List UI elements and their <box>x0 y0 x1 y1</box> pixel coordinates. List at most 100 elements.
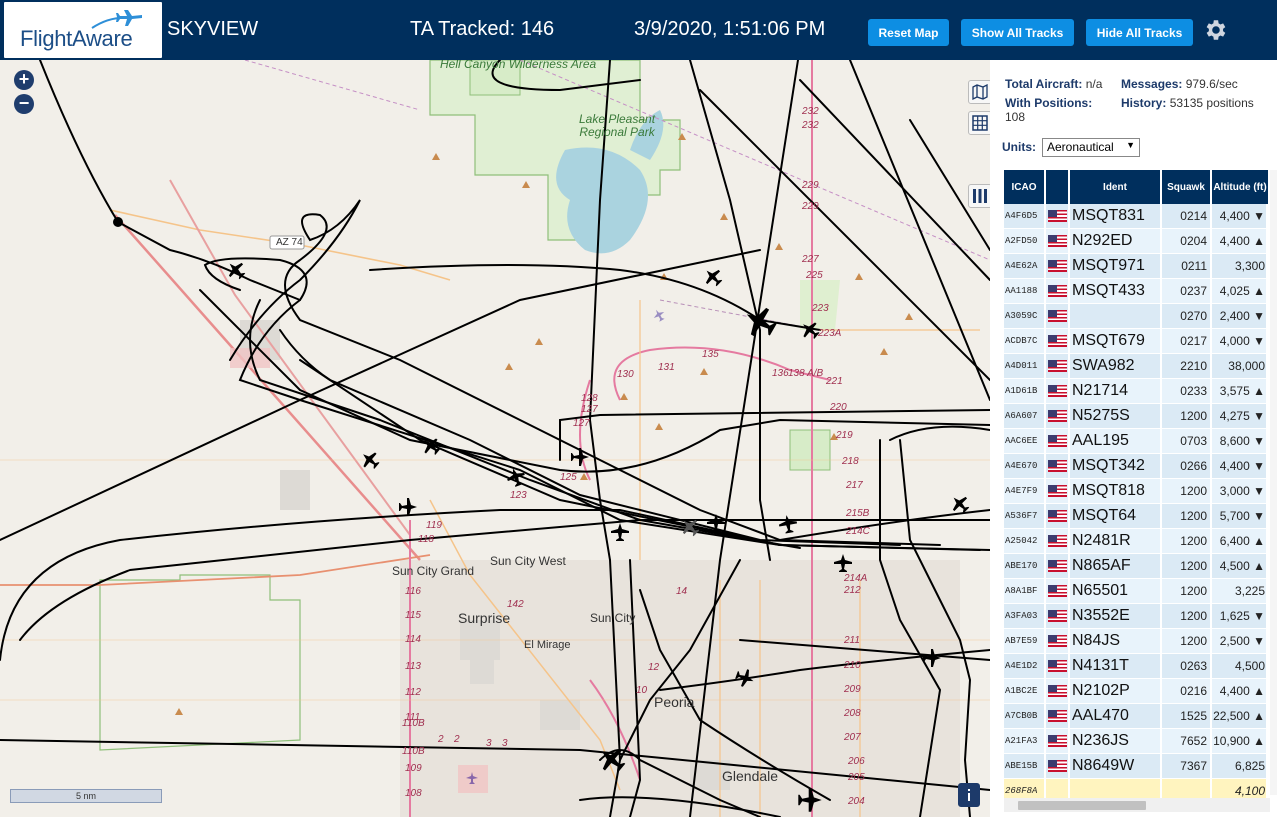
table-row[interactable]: A536F7 MSQT64 1200 5,700 ▼ <box>1004 504 1268 529</box>
column-header-ident[interactable]: Ident <box>1070 170 1162 204</box>
zoom-out-button[interactable]: − <box>14 94 34 114</box>
cell-altitude: 1,625 ▼ <box>1212 604 1268 628</box>
map-label-peoria: Peoria <box>654 694 695 710</box>
table-row[interactable]: AB7E59 N84JS 1200 2,500 ▼ <box>1004 629 1268 654</box>
table-row[interactable]: A2FD50 N292ED 0204 4,400 ▲ <box>1004 229 1268 254</box>
table-row[interactable]: A1BC2E N2102P 0216 4,400 ▲ <box>1004 679 1268 704</box>
cell-squawk: 0270 <box>1162 304 1212 328</box>
map-layers-button[interactable] <box>968 80 990 104</box>
cell-flag <box>1046 379 1070 403</box>
zoom-in-button[interactable]: + <box>14 70 34 90</box>
table-row[interactable]: A4F6D5 MSQT831 0214 4,400 ▼ <box>1004 204 1268 229</box>
route-number: 10 <box>636 685 648 696</box>
column-header-squawk[interactable]: Squawk <box>1162 170 1212 204</box>
table-row[interactable]: AAC6EE AAL195 0703 8,600 ▼ <box>1004 429 1268 454</box>
route-number: 227 <box>802 254 819 265</box>
table-row[interactable]: A3059C 0270 2,400 ▼ <box>1004 304 1268 329</box>
map-label-sun-city-west: Sun City West <box>490 554 566 568</box>
flightaware-logo[interactable]: FlightAware <box>4 2 162 58</box>
route-number: 215B <box>846 508 870 519</box>
column-header-icao[interactable]: ICAO <box>1004 170 1046 204</box>
cell-flag <box>1046 754 1070 778</box>
cell-squawk: 0214 <box>1162 204 1212 228</box>
us-flag-icon <box>1047 385 1067 397</box>
map-canvas[interactable]: Hell Canyon Wilderness Area Lake Pleasan… <box>0 60 990 817</box>
map-label-sun-city-grand: Sun City Grand <box>392 564 475 578</box>
reset-map-button[interactable]: Reset Map <box>868 19 949 46</box>
table-row[interactable]: ABE170 N865AF 1200 4,500 ▲ <box>1004 554 1268 579</box>
us-flag-icon <box>1047 460 1067 472</box>
route-number: 125 <box>560 472 577 483</box>
route-number: 232 <box>802 106 819 117</box>
table-row[interactable]: ABE15B N8649W 7367 6,825 <box>1004 754 1268 779</box>
table-row[interactable]: ACDB7C MSQT679 0217 4,000 ▼ <box>1004 329 1268 354</box>
route-number: 2 <box>438 734 444 745</box>
map-icon <box>972 84 988 100</box>
table-row[interactable]: A4D011 SWA982 2210 38,000 <box>1004 354 1268 379</box>
cell-altitude: 4,400 ▼ <box>1212 204 1268 228</box>
map-label-wilderness: Hell Canyon Wilderness Area <box>440 60 597 71</box>
units-select[interactable]: Aeronautical ▼ <box>1042 138 1140 157</box>
table-row[interactable]: A4E670 MSQT342 0266 4,400 ▼ <box>1004 454 1268 479</box>
table-row[interactable]: A21FA3 N236JS 7652 10,900 ▲ <box>1004 729 1268 754</box>
cell-squawk: 2210 <box>1162 354 1212 378</box>
cell-altitude: 4,500 ▲ <box>1212 554 1268 578</box>
table-row[interactable]: A4E7F9 MSQT818 1200 3,000 ▼ <box>1004 479 1268 504</box>
app-name: SKYVIEW <box>167 18 259 40</box>
table-row[interactable]: A7CB0B AAL470 1525 22,500 ▲ <box>1004 704 1268 729</box>
cell-icao: A7CB0B <box>1004 704 1046 728</box>
table-row[interactable]: A1D61B N21714 0233 3,575 ▲ <box>1004 379 1268 404</box>
cell-squawk: 1200 <box>1162 579 1212 603</box>
table-row[interactable]: A8A1BF N65501 1200 3,225 <box>1004 579 1268 604</box>
cell-altitude: 4,275 ▼ <box>1212 404 1268 428</box>
table-row[interactable]: A4E62A MSQT971 0211 3,300 <box>1004 254 1268 279</box>
cell-icao: A1BC2E <box>1004 679 1046 703</box>
table-row[interactable]: A3FA03 N3552E 1200 1,625 ▼ <box>1004 604 1268 629</box>
cell-ident: N292ED <box>1070 229 1162 253</box>
cell-icao: ACDB7C <box>1004 329 1046 353</box>
cell-icao: A2FD50 <box>1004 229 1046 253</box>
with-positions-label: With Positions: <box>1005 96 1093 110</box>
table-horizontal-scrollbar[interactable] <box>1004 798 1270 812</box>
cell-altitude: 5,700 ▼ <box>1212 504 1268 528</box>
cell-ident: N3552E <box>1070 604 1162 628</box>
route-number: 108 <box>405 788 422 799</box>
show-all-tracks-button[interactable]: Show All Tracks <box>961 19 1074 46</box>
gear-icon[interactable] <box>1202 17 1228 43</box>
us-flag-icon <box>1047 210 1067 222</box>
table-row[interactable]: A25042 N2481R 1200 6,400 ▲ <box>1004 529 1268 554</box>
info-button[interactable] <box>958 783 980 807</box>
route-number: 14 <box>676 586 688 597</box>
table-row[interactable]: A6A607 N5275S 1200 4,275 ▼ <box>1004 404 1268 429</box>
cell-flag <box>1046 429 1070 453</box>
table-vertical-scrollbar[interactable] <box>1270 170 1277 795</box>
cell-squawk: 1200 <box>1162 554 1212 578</box>
hide-all-tracks-button[interactable]: Hide All Tracks <box>1086 19 1193 46</box>
route-number: 207 <box>844 732 861 743</box>
cell-icao: A4D011 <box>1004 354 1046 378</box>
cell-ident: MSQT971 <box>1070 254 1162 278</box>
cell-icao: A21FA3 <box>1004 729 1046 753</box>
cell-ident: N21714 <box>1070 379 1162 403</box>
column-header-flag[interactable] <box>1046 170 1070 204</box>
info-icon <box>968 789 970 801</box>
column-header-altitude[interactable]: Altitude (ft) <box>1212 170 1268 204</box>
grid-toggle-button[interactable] <box>968 111 990 135</box>
aircraft-table: ICAO Ident Squawk Altitude (ft) A4F6D5 MS… <box>1004 170 1268 804</box>
route-number: 217 <box>846 480 863 491</box>
us-flag-icon <box>1047 610 1067 622</box>
table-row[interactable]: A4E1D2 N4131T 0263 4,500 <box>1004 654 1268 679</box>
cell-squawk: 1200 <box>1162 504 1212 528</box>
columns-toggle-button[interactable] <box>968 184 990 208</box>
cell-squawk: 0216 <box>1162 679 1212 703</box>
scale-bar: 5 nm <box>10 789 162 803</box>
cell-flag <box>1046 504 1070 528</box>
cell-icao: A4E7F9 <box>1004 479 1046 503</box>
cell-ident: MSQT831 <box>1070 204 1162 228</box>
cell-ident: MSQT818 <box>1070 479 1162 503</box>
us-flag-icon <box>1047 285 1067 297</box>
scrollbar-thumb[interactable] <box>1018 801 1146 810</box>
table-row[interactable]: AA1188 MSQT433 0237 4,025 ▲ <box>1004 279 1268 304</box>
cell-squawk: 7652 <box>1162 729 1212 753</box>
cell-squawk: 1200 <box>1162 604 1212 628</box>
